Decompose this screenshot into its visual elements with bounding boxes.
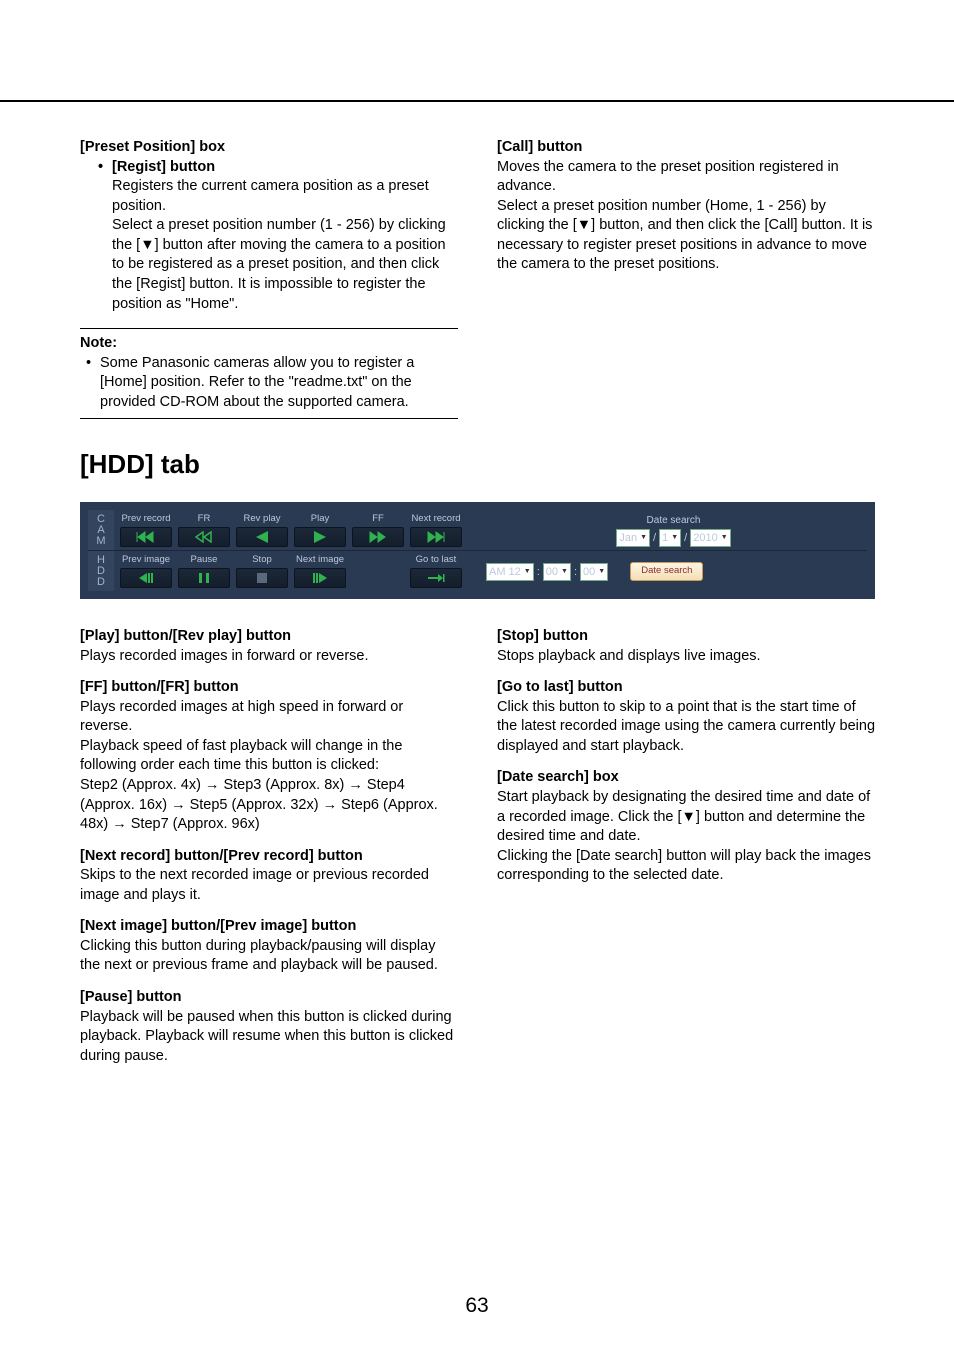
chevron-down-icon: ▼ [561,567,568,576]
regist-para1: Registers the current camera position as… [80,177,458,216]
chevron-down-icon: ▼ [721,533,728,542]
prev-image-button[interactable]: Prev image [120,554,172,588]
chevron-down-icon: ▼ [671,533,678,542]
next-record-icon [425,531,447,543]
left-column-body: [Play] button/[Rev play] button Plays re… [80,627,458,1066]
note-box: Note: • Some Panasonic cameras allow you… [80,328,458,419]
play-revplay-text: Plays recorded images in forward or reve… [80,647,458,667]
side-labels: CAM HDD [88,510,114,591]
upper-columns: [Preset Position] box • [Regist] button … [80,138,875,419]
pause-button[interactable]: Pause [178,554,230,588]
ff-icon [367,531,389,543]
hdd-tab-heading: [HDD] tab [80,447,875,482]
header-rule [0,100,954,102]
ff-fr-hdr: [FF] button/[FR] button [80,678,458,698]
page-content: [Preset Position] box • [Regist] button … [80,138,875,1066]
cam-row: Prev record FR Rev play Play FF [114,510,867,551]
right-column-top: [Call] button Moves the camera to the pr… [497,138,875,419]
play-revplay-hdr: [Play] button/[Rev play] button [80,627,458,647]
go-to-last-button[interactable]: Go to last [410,554,462,588]
prev-image-icon [137,572,155,584]
regist-para2: Select a preset position number (1 - 256… [80,216,458,314]
pause-icon [198,572,210,584]
go-to-last-hdr: [Go to last] button [497,678,875,698]
lower-columns: [Play] button/[Rev play] button Plays re… [80,627,875,1066]
regist-button-heading: [Regist] button [112,158,215,178]
left-column-top: [Preset Position] box • [Regist] button … [80,138,458,419]
go-to-last-text: Click this button to skip to a point tha… [497,698,875,757]
call-para2: Select a preset position number (Home, 1… [497,197,875,275]
sec-select[interactable]: 00▼ [580,563,608,581]
next-image-button[interactable]: Next image [294,554,346,588]
date-search-button[interactable]: Date search [630,562,703,581]
fr-icon [193,531,215,543]
next-prev-image-text: Clicking this button during playback/pau… [80,937,458,976]
next-prev-record-hdr: [Next record] button/[Prev record] butto… [80,847,458,867]
ampm-select[interactable]: AM 12▼ [486,563,534,581]
prev-record-icon [135,531,157,543]
call-para1: Moves the camera to the preset position … [497,158,875,197]
fr-button[interactable]: FR [178,513,230,547]
next-image-icon [311,572,329,584]
colon: : [574,565,577,580]
play-button[interactable]: Play [294,513,346,547]
pause-hdr: [Pause] button [80,988,458,1008]
rev-play-button[interactable]: Rev play [236,513,288,547]
note-bullet-row: • Some Panasonic cameras allow you to re… [80,354,458,413]
panel-body: Prev record FR Rev play Play FF [114,510,867,591]
right-column-body: [Stop] button Stops playback and display… [497,627,875,1066]
stop-hdr: [Stop] button [497,627,875,647]
regist-bullet-row: • [Regist] button [80,158,458,178]
month-select[interactable]: Jan▼ [616,529,650,547]
date-search-text1: Start playback by designating the desire… [497,788,875,847]
go-to-last-icon [426,572,446,584]
slash: / [684,531,687,546]
page-number: 63 [0,1292,954,1320]
date-selects: Jan▼ / 1▼ / 2010▼ [616,529,730,547]
side-hdd-label: HDD [88,551,114,591]
colon: : [537,565,540,580]
ff-fr-text3: Step2 (Approx. 4x) → Step3 (Approx. 8x) … [80,776,458,835]
side-cam-label: CAM [88,510,114,551]
min-select[interactable]: 00▼ [543,563,571,581]
hdd-row: Prev image Pause Stop Next image Go [114,551,867,591]
next-prev-image-hdr: [Next image] button/[Prev image] button [80,917,458,937]
date-search-title: Date search [647,514,701,528]
bullet: • [98,158,112,178]
ff-fr-text2: Playback speed of fast playback will cha… [80,737,458,776]
date-search-top: Date search Jan▼ / 1▼ / 2010▼ [468,514,861,548]
day-select[interactable]: 1▼ [659,529,681,547]
note-bullet: • [86,354,100,413]
next-prev-record-text: Skips to the next recorded image or prev… [80,866,458,905]
note-heading: Note: [80,334,458,354]
rev-play-icon [254,531,270,543]
chevron-down-icon: ▼ [598,567,605,576]
note-text: Some Panasonic cameras allow you to regi… [100,354,458,413]
chevron-down-icon: ▼ [524,567,531,576]
date-search-text2: Clicking the [Date search] button will p… [497,847,875,886]
stop-button[interactable]: Stop [236,554,288,588]
slash: / [653,531,656,546]
time-selects: AM 12▼ : 00▼ : 00▼ [486,563,608,581]
call-button-heading: [Call] button [497,138,875,158]
chevron-down-icon: ▼ [640,533,647,542]
gap [80,599,875,627]
stop-icon [256,572,268,584]
prev-record-button[interactable]: Prev record [120,513,172,547]
ff-button[interactable]: FF [352,513,404,547]
pause-text: Playback will be paused when this button… [80,1008,458,1067]
year-select[interactable]: 2010▼ [690,529,730,547]
ff-fr-text1: Plays recorded images at high speed in f… [80,698,458,737]
stop-text: Stops playback and displays live images. [497,647,875,667]
preset-position-heading: [Preset Position] box [80,138,458,158]
time-search-row: AM 12▼ : 00▼ : 00▼ Date search [468,561,861,581]
play-icon [312,531,328,543]
date-search-hdr: [Date search] box [497,768,875,788]
hdd-control-panel: CAM HDD Prev record FR Rev play [80,502,875,599]
next-record-button[interactable]: Next record [410,513,462,547]
